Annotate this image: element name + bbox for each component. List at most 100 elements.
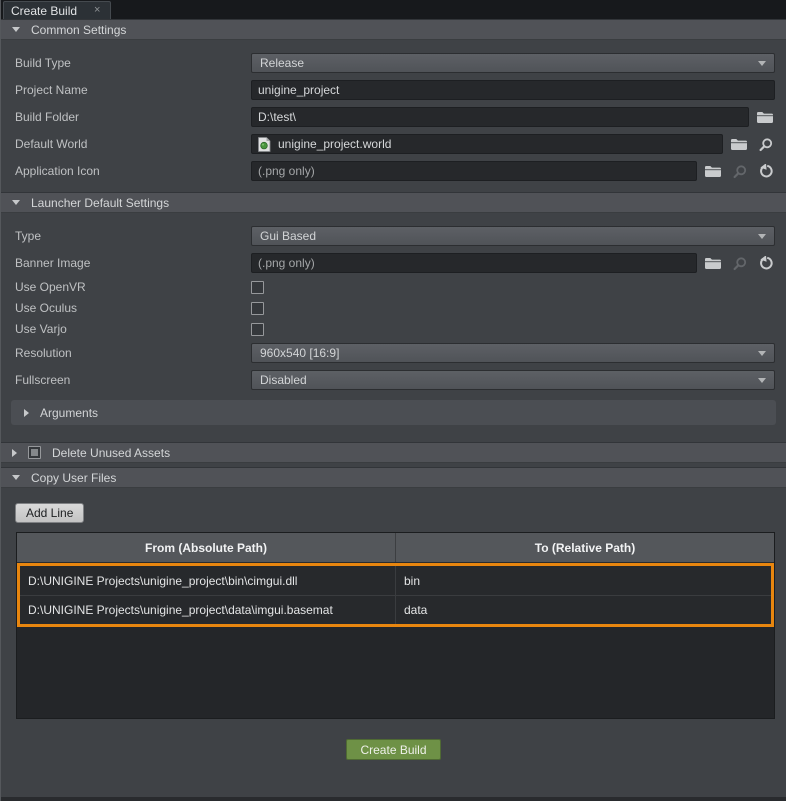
field-fullscreen: Fullscreen Disabled: [15, 370, 775, 390]
cell-from-path[interactable]: D:\UNIGINE Projects\unigine_project\bin\…: [20, 566, 395, 595]
section-title: Launcher Default Settings: [31, 196, 169, 210]
field-use-varjo: Use Varjo: [15, 322, 775, 336]
tab-bar: Create Build ×: [1, 0, 786, 19]
chevron-down-icon: [758, 378, 766, 383]
section-launcher-default-settings[interactable]: Launcher Default Settings: [1, 192, 786, 213]
chevron-down-icon: [758, 61, 766, 66]
field-type: Type Gui Based: [15, 226, 775, 246]
search-asset-button-disabled[interactable]: [729, 161, 749, 181]
close-icon[interactable]: ×: [91, 4, 103, 17]
banner-image-input[interactable]: [251, 253, 697, 273]
cell-to-path[interactable]: bin: [395, 566, 771, 595]
use-openvr-label: Use OpenVR: [15, 280, 251, 294]
table-row[interactable]: D:\UNIGINE Projects\unigine_project\data…: [20, 595, 771, 624]
reset-icon: [758, 256, 773, 271]
resolution-label: Resolution: [15, 346, 251, 360]
section-title: Copy User Files: [31, 471, 116, 485]
reset-button[interactable]: [755, 253, 775, 273]
folder-icon: [704, 255, 722, 271]
section-arguments[interactable]: Arguments: [11, 400, 776, 425]
resolution-select[interactable]: 960x540 [16:9]: [251, 343, 775, 363]
browse-folder-button[interactable]: [703, 253, 723, 273]
table-row[interactable]: D:\UNIGINE Projects\unigine_project\bin\…: [20, 566, 771, 595]
delete-unused-assets-checkbox[interactable]: [28, 446, 41, 459]
use-openvr-checkbox[interactable]: [251, 281, 264, 294]
build-type-value: Release: [260, 56, 304, 70]
use-varjo-label: Use Varjo: [15, 322, 251, 336]
type-label: Type: [15, 229, 251, 243]
section-title: Delete Unused Assets: [52, 446, 170, 460]
column-header-to: To (Relative Path): [395, 533, 774, 562]
default-world-label: Default World: [15, 137, 251, 151]
add-line-button[interactable]: Add Line: [15, 503, 84, 523]
column-header-from: From (Absolute Path): [17, 533, 395, 562]
type-value: Gui Based: [260, 229, 316, 243]
field-use-oculus: Use Oculus: [15, 301, 775, 315]
browse-folder-button[interactable]: [703, 161, 723, 181]
launcher-settings-content: Type Gui Based Banner Image Use OpenVR: [1, 213, 786, 438]
section-common-settings[interactable]: Common Settings: [1, 19, 786, 40]
search-asset-button-disabled[interactable]: [729, 253, 749, 273]
browse-folder-button[interactable]: [755, 107, 775, 127]
field-project-name: Project Name: [15, 80, 775, 100]
fullscreen-label: Fullscreen: [15, 373, 251, 387]
search-icon: [732, 164, 747, 179]
collapse-arrow-icon: [12, 475, 20, 480]
use-varjo-checkbox[interactable]: [251, 323, 264, 336]
cell-to-path[interactable]: data: [395, 596, 771, 624]
default-world-input[interactable]: unigine_project.world: [251, 134, 723, 154]
chevron-down-icon: [758, 234, 766, 239]
search-icon: [758, 137, 773, 152]
section-delete-unused-assets[interactable]: Delete Unused Assets: [1, 442, 786, 463]
tab-create-build[interactable]: Create Build ×: [3, 1, 111, 19]
folder-icon: [704, 163, 722, 179]
folder-icon: [730, 136, 748, 152]
field-default-world: Default World unigine_project.world: [15, 134, 775, 154]
search-asset-button[interactable]: [755, 134, 775, 154]
field-build-type: Build Type Release: [15, 53, 775, 73]
tab-title: Create Build: [11, 4, 77, 18]
field-use-openvr: Use OpenVR: [15, 280, 775, 294]
default-world-value: unigine_project.world: [278, 137, 391, 151]
section-copy-user-files[interactable]: Copy User Files: [1, 467, 786, 488]
reset-button[interactable]: [755, 161, 775, 181]
copy-files-table: From (Absolute Path) To (Relative Path) …: [16, 532, 775, 719]
build-folder-label: Build Folder: [15, 110, 251, 124]
collapse-arrow-icon: [12, 27, 20, 32]
search-icon: [732, 256, 747, 271]
section-title: Common Settings: [31, 23, 126, 37]
common-settings-content: Build Type Release Project Name Build Fo…: [1, 40, 786, 192]
copy-user-files-content: Add Line From (Absolute Path) To (Relati…: [1, 488, 786, 760]
resolution-value: 960x540 [16:9]: [260, 346, 339, 360]
project-name-input[interactable]: [251, 80, 775, 100]
fullscreen-select[interactable]: Disabled: [251, 370, 775, 390]
field-build-folder: Build Folder: [15, 107, 775, 127]
fullscreen-value: Disabled: [260, 373, 307, 387]
collapse-arrow-icon: [12, 200, 20, 205]
use-oculus-checkbox[interactable]: [251, 302, 264, 315]
application-icon-label: Application Icon: [15, 164, 251, 178]
field-application-icon: Application Icon: [15, 161, 775, 181]
expand-arrow-icon: [12, 449, 17, 457]
expand-arrow-icon: [24, 409, 29, 417]
world-asset-icon: [258, 137, 271, 152]
arguments-title: Arguments: [40, 406, 98, 420]
browse-folder-button[interactable]: [729, 134, 749, 154]
use-oculus-label: Use Oculus: [15, 301, 251, 315]
folder-icon: [756, 109, 774, 125]
project-name-label: Project Name: [15, 83, 251, 97]
selected-rows-highlight: D:\UNIGINE Projects\unigine_project\bin\…: [17, 563, 774, 627]
reset-icon: [758, 164, 773, 179]
build-folder-input[interactable]: [251, 107, 749, 127]
type-select[interactable]: Gui Based: [251, 226, 775, 246]
cell-from-path[interactable]: D:\UNIGINE Projects\unigine_project\data…: [20, 596, 395, 624]
build-type-select[interactable]: Release: [251, 53, 775, 73]
field-banner-image: Banner Image: [15, 253, 775, 273]
create-build-button[interactable]: Create Build: [346, 739, 440, 760]
build-type-label: Build Type: [15, 56, 251, 70]
banner-image-label: Banner Image: [15, 256, 251, 270]
application-icon-input[interactable]: [251, 161, 697, 181]
table-header-row: From (Absolute Path) To (Relative Path): [17, 533, 774, 563]
field-resolution: Resolution 960x540 [16:9]: [15, 343, 775, 363]
chevron-down-icon: [758, 351, 766, 356]
